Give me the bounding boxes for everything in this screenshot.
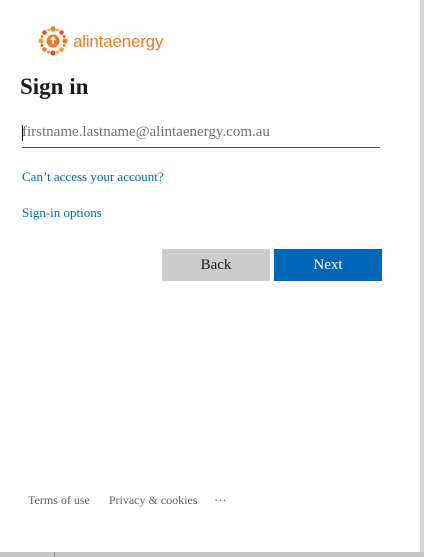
sign-in-options-link[interactable]: Sign-in options xyxy=(22,205,102,221)
logo-wordmark-alinta: alinta xyxy=(73,31,113,51)
email-field[interactable] xyxy=(22,118,380,148)
footer: Terms of use Privacy & cookies ... xyxy=(28,489,227,508)
bottom-bar-divider xyxy=(54,552,55,557)
window-bottom-bar xyxy=(0,552,424,557)
logo-wordmark-energy: energy xyxy=(112,31,164,51)
alinta-energy-logo: alintaenergy xyxy=(36,24,163,58)
more-options-icon[interactable]: ... xyxy=(214,489,227,505)
cant-access-account-link[interactable]: Can’t access your account? xyxy=(22,169,164,185)
page-title: Sign in xyxy=(20,74,89,99)
email-field-wrapper xyxy=(22,118,380,150)
logo-wordmark: alintaenergy xyxy=(73,33,163,50)
sun-star-icon xyxy=(38,26,68,56)
privacy-cookies-link[interactable]: Privacy & cookies xyxy=(109,493,198,508)
text-caret xyxy=(22,125,23,141)
next-button[interactable]: Next xyxy=(274,249,382,281)
window-right-edge xyxy=(420,0,424,557)
terms-of-use-link[interactable]: Terms of use xyxy=(28,493,90,508)
back-button[interactable]: Back xyxy=(162,249,270,281)
